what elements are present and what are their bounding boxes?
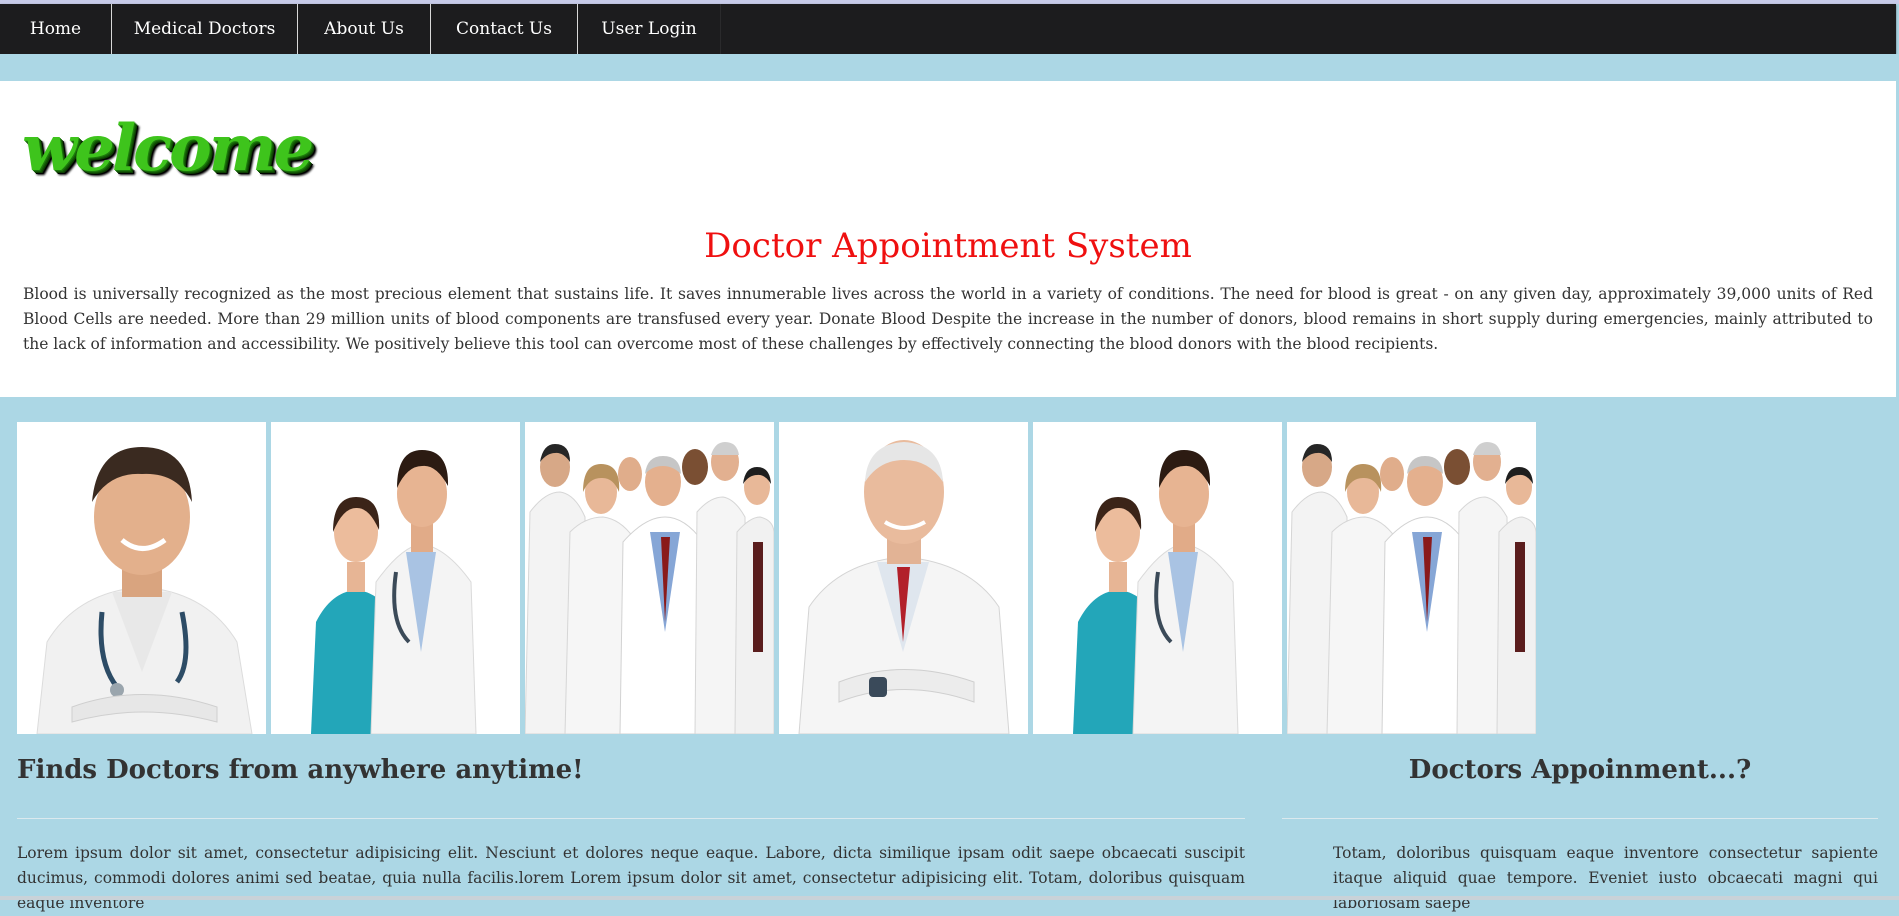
intro-paragraph: Blood is universally recognized as the m… — [23, 285, 1873, 353]
nav-medical-doctors-link[interactable]: Medical Doctors — [112, 4, 298, 54]
nav-user-login-link[interactable]: User Login — [578, 4, 721, 54]
page-title: Doctor Appointment System — [704, 226, 1192, 266]
find-doctors-heading: Finds Doctors from anywhere anytime! — [17, 755, 584, 785]
nav-home-link[interactable]: Home — [0, 4, 112, 54]
doctors-appointment-text: Totam, doloribus quisquam eaque inventor… — [1333, 844, 1878, 912]
doctor-photo — [525, 422, 774, 734]
doctor-photo — [1287, 422, 1536, 734]
nav-about-us-link[interactable]: About Us — [298, 4, 431, 54]
doctor-photo-gallery — [17, 422, 1536, 734]
divider — [17, 818, 1245, 819]
find-doctors-text: Lorem ipsum dolor sit amet, consectetur … — [17, 844, 1245, 912]
nav-contact-us-link[interactable]: Contact Us — [431, 4, 578, 54]
doctor-photo — [1033, 422, 1282, 734]
main-navbar: Home Medical Doctors About Us Contact Us… — [0, 4, 1896, 54]
doctor-photo — [271, 422, 520, 734]
divider — [1282, 818, 1878, 819]
welcome-section: welcome Doctor Appointment System Blood … — [0, 81, 1896, 397]
doctor-photo — [17, 422, 266, 734]
doctor-photo — [779, 422, 1028, 734]
nav-spacer-band — [0, 54, 1899, 81]
bottom-border — [0, 896, 1899, 900]
doctors-appointment-heading: Doctors Appoinment...? — [1408, 755, 1752, 785]
welcome-logo: welcome — [22, 111, 314, 186]
